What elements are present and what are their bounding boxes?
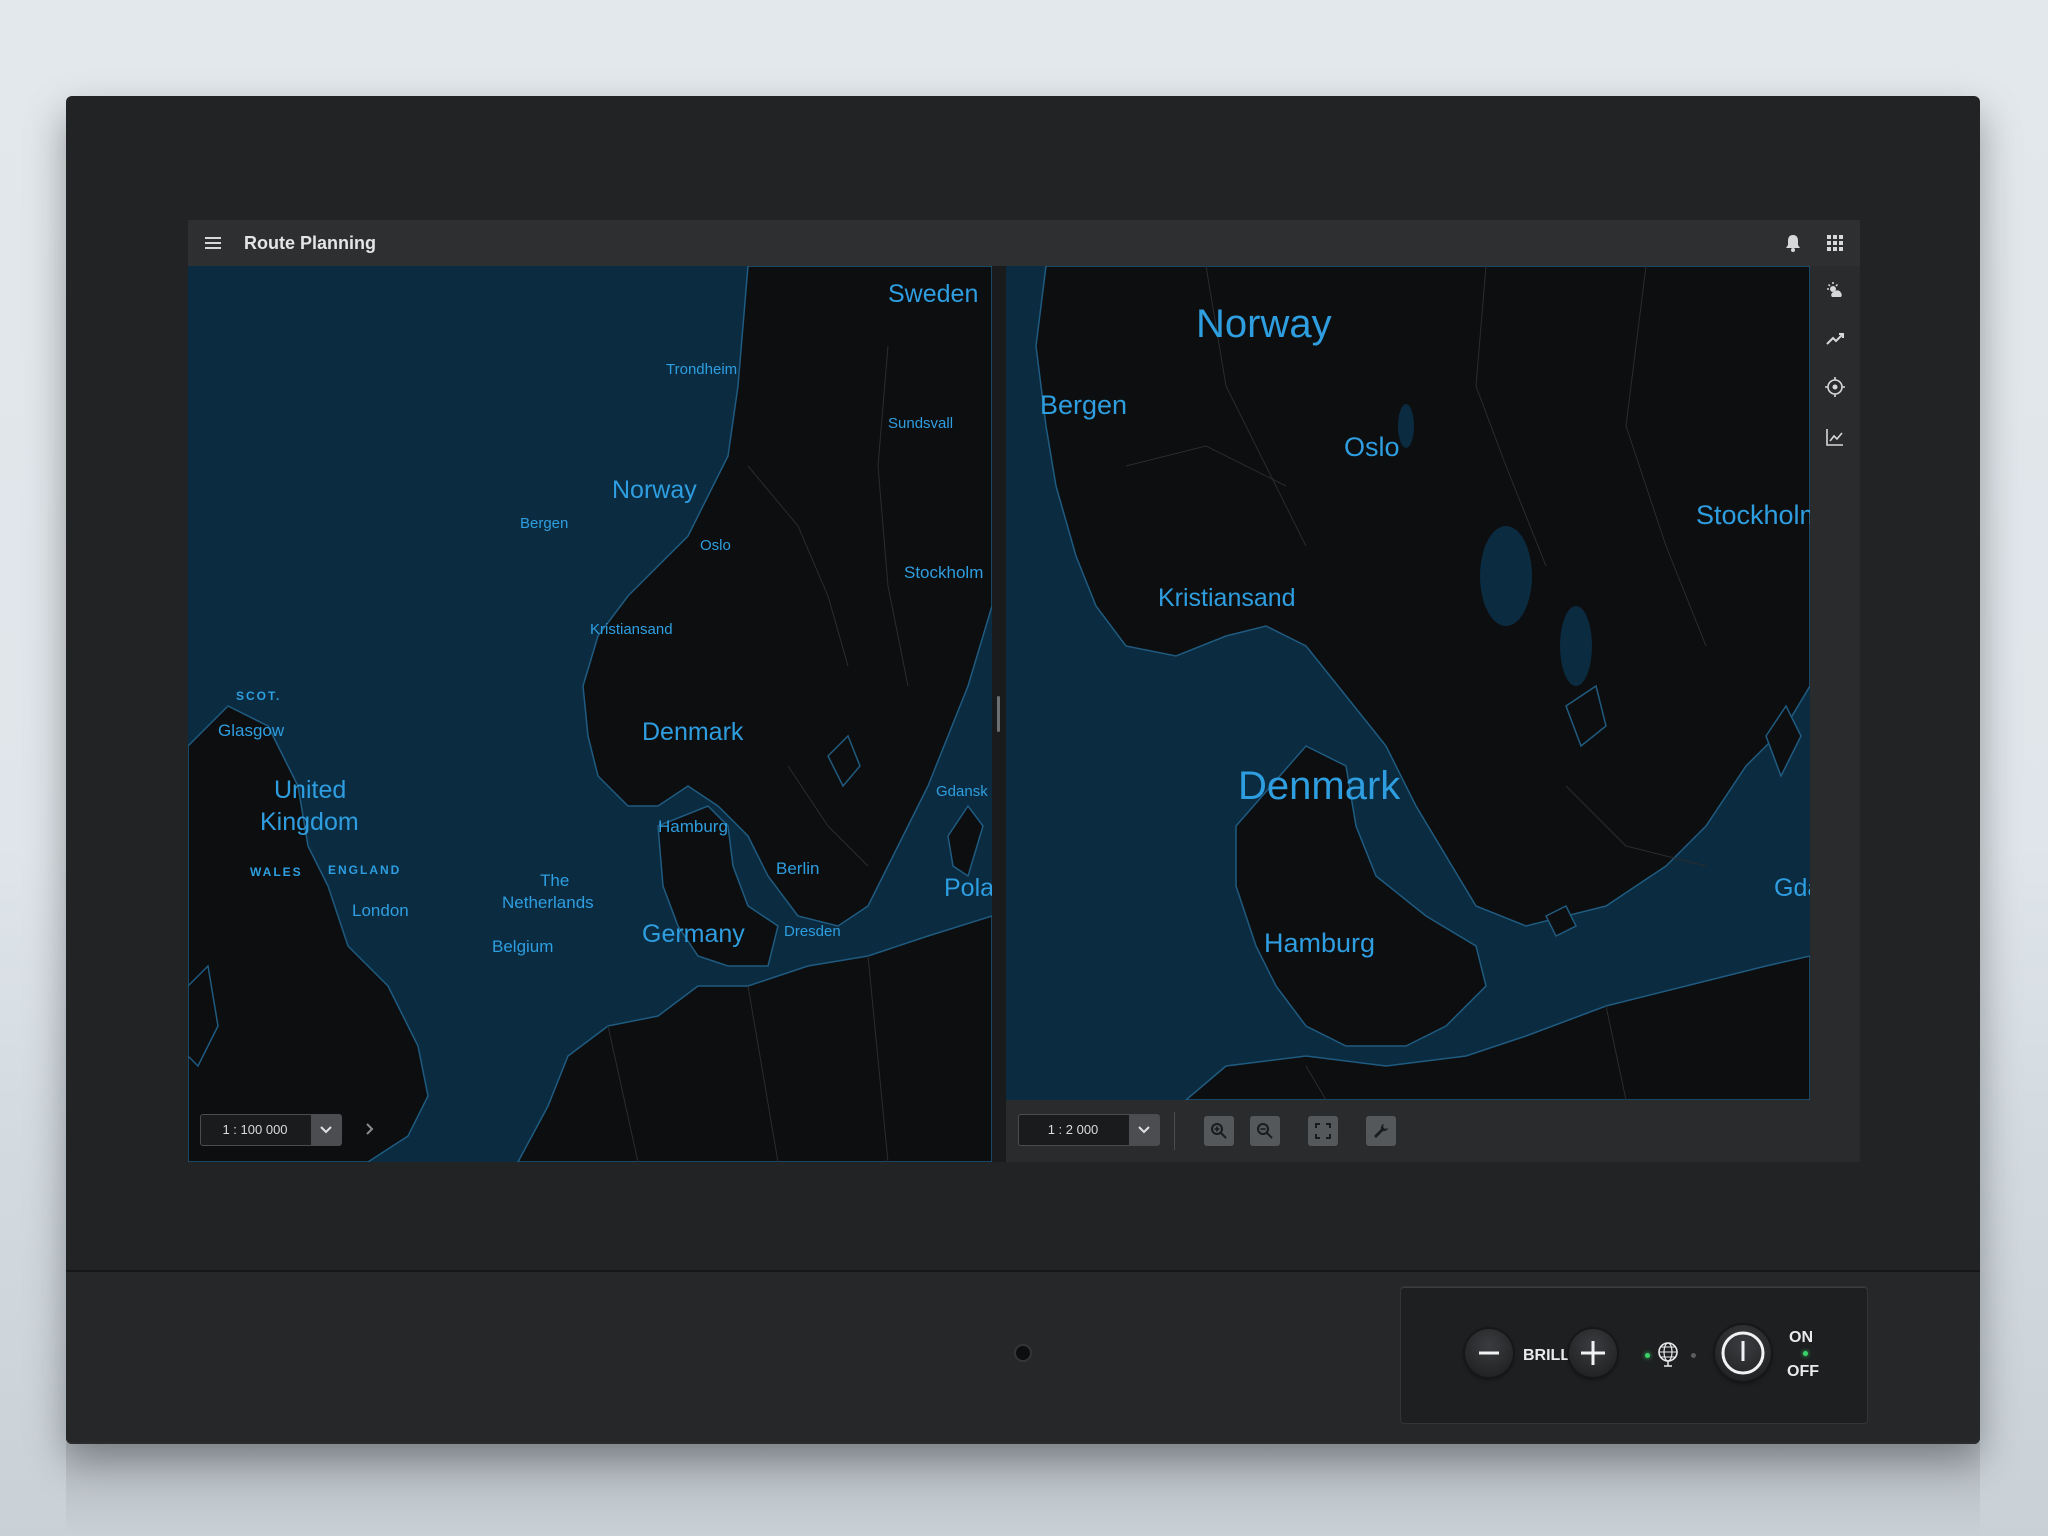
chevron-down-icon[interactable]	[1129, 1115, 1159, 1145]
side-tool-rail	[1810, 266, 1860, 1162]
overview-scale-value: 1 : 100 000	[222, 1122, 288, 1137]
overview-map-landmass	[188, 266, 992, 1162]
label-glasgow: Glasgow	[218, 721, 285, 740]
label-kristiansand: Kristiansand	[1158, 584, 1296, 612]
label-wales: WALES	[250, 865, 303, 879]
status-led-off	[1691, 1353, 1696, 1358]
bezel-sensor	[1016, 1346, 1030, 1360]
label-denmark: Denmark	[1238, 764, 1401, 808]
detail-scale-select[interactable]: 1 : 2 000	[1018, 1114, 1160, 1146]
label-sweden: Sweden	[888, 280, 979, 308]
detail-map[interactable]: Norway Bergen Oslo Stockholm Kristiansan…	[1006, 266, 1810, 1100]
map-split-divider	[992, 266, 1006, 1162]
hamburger-menu-icon[interactable]	[202, 232, 224, 254]
grid-apps-icon[interactable]	[1824, 232, 1846, 254]
label-bergen: Bergen	[520, 515, 569, 532]
target-icon[interactable]	[1824, 376, 1846, 398]
overview-map[interactable]: Sweden Trondheim Sundsvall Norway Bergen…	[188, 266, 992, 1162]
toolbar-separator	[1174, 1112, 1175, 1150]
label-united-kingdom-line1: United	[274, 776, 347, 804]
power-button[interactable]	[1715, 1325, 1771, 1381]
label-london: London	[352, 901, 409, 920]
label-norway: Norway	[612, 476, 697, 504]
label-bergen: Bergen	[1040, 390, 1128, 420]
label-dresden: Dresden	[784, 923, 841, 940]
overview-scale-select[interactable]: 1 : 100 000	[200, 1114, 342, 1146]
label-kristiansand: Kristiansand	[590, 621, 673, 638]
brightness-label: BRILL	[1523, 1347, 1571, 1364]
label-germany: Germany	[642, 920, 745, 948]
zoom-in-icon[interactable]	[1204, 1116, 1234, 1146]
detail-map-toolbar: 1 : 2 000	[1006, 1100, 1860, 1162]
label-england: ENGLAND	[328, 863, 402, 877]
chevron-right-icon[interactable]	[358, 1118, 380, 1140]
status-led	[1645, 1353, 1650, 1358]
brightness-minus-button[interactable]	[1465, 1329, 1513, 1377]
detail-scale-value: 1 : 2 000	[1047, 1122, 1099, 1137]
weather-icon[interactable]	[1824, 280, 1846, 302]
label-belgium: Belgium	[492, 937, 554, 956]
power-led	[1803, 1351, 1808, 1356]
application-screen: Route Planning Sweden Trondheim Sundsval…	[188, 220, 1860, 1162]
fit-screen-icon[interactable]	[1308, 1116, 1338, 1146]
label-gdansk: Gdans	[1774, 874, 1810, 902]
globe-icon[interactable]	[1653, 1339, 1683, 1369]
label-oslo: Oslo	[700, 537, 731, 554]
label-berlin: Berlin	[776, 859, 820, 878]
power-icon	[1721, 1331, 1765, 1375]
label-sundsvall: Sundsvall	[888, 415, 954, 432]
monitor-reflection	[66, 1442, 1980, 1536]
zoom-out-icon[interactable]	[1250, 1116, 1280, 1146]
plus-icon	[1581, 1341, 1605, 1365]
label-norway: Norway	[1196, 302, 1332, 346]
label-scotland: SCOT.	[236, 689, 282, 703]
minus-icon	[1479, 1351, 1499, 1355]
power-off-label: OFF	[1787, 1363, 1819, 1380]
top-bar: Route Planning	[188, 220, 1860, 267]
chevron-down-icon[interactable]	[311, 1115, 341, 1145]
label-hamburg: Hamburg	[658, 817, 728, 836]
route-trend-icon[interactable]	[1824, 328, 1846, 350]
label-stockholm: Stockholm	[1696, 500, 1810, 530]
wrench-icon[interactable]	[1366, 1116, 1396, 1146]
label-oslo: Oslo	[1344, 432, 1400, 462]
label-trondheim: Trondheim	[666, 361, 738, 378]
label-hamburg: Hamburg	[1264, 928, 1376, 958]
power-on-label: ON	[1789, 1329, 1813, 1346]
label-stockholm: Stockholm	[904, 563, 984, 582]
label-gdansk: Gdansk	[936, 783, 988, 800]
label-poland: Pola	[944, 874, 992, 902]
label-denmark: Denmark	[642, 718, 744, 746]
label-netherlands-line2: Netherlands	[502, 893, 594, 912]
label-netherlands-line1: The	[540, 871, 570, 890]
brightness-plus-button[interactable]	[1569, 1329, 1617, 1377]
chart-icon[interactable]	[1824, 426, 1846, 448]
label-united-kingdom-line2: Kingdom	[260, 808, 359, 836]
hardware-control-panel: BRILL ON OFF	[1400, 1286, 1868, 1424]
bell-icon[interactable]	[1782, 232, 1804, 254]
split-resize-handle[interactable]	[997, 696, 1000, 732]
page-title: Route Planning	[244, 233, 376, 253]
